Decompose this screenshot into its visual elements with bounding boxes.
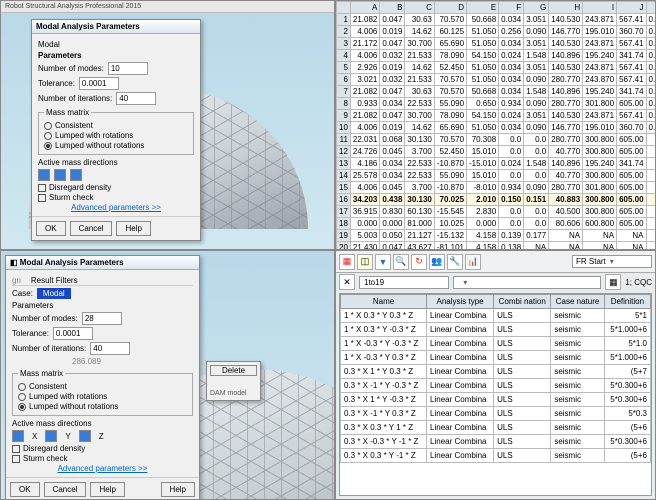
search-icon[interactable]: 🔍 [393,254,409,270]
directions-label-2: Active mass directions [12,419,193,428]
combinations-pane: ▦ ◫ ▼ 🔍 ↻ 👥 🔧 📊 FR Start ✕ 1to19 ▦ 1; CQ… [335,250,656,500]
case-label-2: Case: [12,289,33,298]
spreadsheet-pane: ABCDEFGHIJK121.0820.04730.6370.57050.668… [335,0,656,250]
side-panel: Delete DAM model [206,361,261,401]
params-label: Parameters [38,51,82,60]
note-label: DAM model [210,390,257,397]
ok-button[interactable]: OK [36,221,66,236]
tool-icon-2[interactable]: ◫ [357,254,373,270]
modes-label: Number of modes: [38,64,104,73]
case-value: Modal [37,288,71,299]
help-button-2[interactable]: Help [90,482,124,497]
tolerance-label-2: Tolerance: [12,329,49,338]
advanced-link[interactable]: Advanced parameters >> [38,203,194,212]
start-selector[interactable]: FR Start [572,255,652,268]
modes-label-2: Number of modes: [12,314,78,323]
help-button[interactable]: Help [116,221,150,236]
dir-y-toggle-2[interactable] [45,430,57,442]
directions-label: Active mass directions [38,158,194,167]
wrench-icon[interactable]: 🔧 [447,254,463,270]
tolerance-label: Tolerance: [38,79,75,88]
params-label-2: Parameters [12,301,193,310]
iterations-input-2[interactable] [90,342,130,355]
viewport-bottom-left: ◧ Modal Analysis Parameters gnResult Fil… [0,250,335,500]
users-icon[interactable]: 👥 [429,254,445,270]
empty-selector[interactable] [453,276,601,289]
freq-value: 286.089 [12,357,193,366]
cancel-button-2[interactable]: Cancel [44,482,87,497]
refresh-icon[interactable]: ↻ [411,254,427,270]
ok-button-2[interactable]: OK [10,482,40,497]
dir-z-toggle[interactable] [70,169,82,181]
filter-icon[interactable]: ▼ [375,254,391,270]
radio-consistent-2[interactable]: Consistent [18,382,187,391]
range-input[interactable]: 1to19 [359,276,449,289]
toolbar: ▦ ◫ ▼ 🔍 ↻ 👥 🔧 📊 FR Start [336,251,655,273]
grid-icon[interactable]: ▦ [605,274,621,290]
filter-bar: ✕ 1to19 ▦ 1; CQC [339,273,652,291]
app-title: Robot Structural Analysis Professional 2… [1,3,141,10]
sturm-check[interactable]: Sturm check [38,193,194,202]
viewport-top-left: Robot Structural Analysis Professional 2… [0,0,335,250]
dir-y-toggle[interactable] [54,169,66,181]
dialog-title-2: ◧ Modal Analysis Parameters [6,256,199,270]
case-label: Modal [38,40,60,49]
modal-params-dialog[interactable]: Modal Analysis Parameters Modal Paramete… [31,19,201,241]
modes-input-2[interactable] [82,312,122,325]
radio-lumped-rot-2[interactable]: Lumped with rotations [18,392,187,401]
cqc-label: 1; CQC [625,278,652,287]
advanced-link-2[interactable]: Advanced parameters >> [12,464,193,473]
cancel-button[interactable]: Cancel [70,221,113,236]
mass-legend: Mass matrix [44,108,91,117]
dir-z-toggle-2[interactable] [79,430,91,442]
stats-icon[interactable]: 📊 [465,254,481,270]
mass-legend-2: Mass matrix [18,369,65,378]
spreadsheet[interactable]: ABCDEFGHIJK121.0820.04730.6370.57050.668… [336,1,655,249]
disregard-density-check-2[interactable]: Disregard density [12,444,193,453]
clear-icon[interactable]: ✕ [339,274,355,290]
iterations-label-2: Number of iterations: [12,344,86,353]
dialog-title: Modal Analysis Parameters [32,20,200,34]
help-button-3[interactable]: Help [161,482,195,497]
dialog-icon: ◧ [10,258,20,267]
tolerance-input[interactable] [79,77,119,90]
dir-x-toggle-2[interactable] [12,430,24,442]
modal-params-dialog-2[interactable]: ◧ Modal Analysis Parameters gnResult Fil… [5,255,200,500]
sturm-check-2[interactable]: Sturm check [12,454,193,463]
radio-lumped-norot[interactable]: Lumped without rotations [44,141,188,150]
radio-lumped-rot[interactable]: Lumped with rotations [44,131,188,140]
tab-result-filters[interactable]: Result Filters [31,276,78,285]
radio-consistent[interactable]: Consistent [44,121,188,130]
delete-button[interactable]: Delete [210,365,257,376]
radio-lumped-norot-2[interactable]: Lumped without rotations [18,402,187,411]
tolerance-input-2[interactable] [53,327,93,340]
tool-icon-1[interactable]: ▦ [339,254,355,270]
dir-x-toggle[interactable] [38,169,50,181]
iterations-input[interactable] [116,92,156,105]
titlebar: Robot Structural Analysis Professional 2… [1,1,334,13]
iterations-label: Number of iterations: [38,94,112,103]
disregard-density-check[interactable]: Disregard density [38,183,194,192]
modes-input[interactable] [108,62,148,75]
combinations-table[interactable]: NameAnalysis typeCombi nationCase nature… [339,293,652,496]
